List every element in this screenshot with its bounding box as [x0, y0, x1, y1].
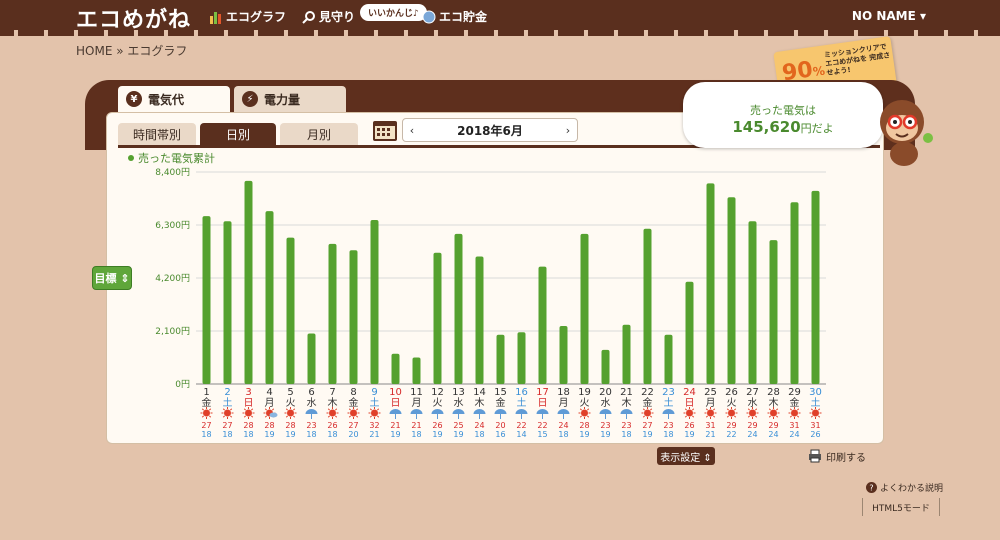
printer-icon: [809, 449, 821, 463]
coin-icon: [422, 10, 436, 23]
summary-amount: 145,620円だよ: [732, 118, 834, 136]
bar-chart-icon: [210, 11, 221, 24]
month-selector: ‹ 2018年6月 ›: [402, 118, 578, 142]
goal-button[interactable]: 目標 ⇕: [92, 266, 132, 290]
question-icon: ?: [866, 482, 877, 493]
print-label: 印刷する: [826, 452, 866, 464]
help-link[interactable]: ? よくわかる説明: [866, 481, 943, 494]
help-label: よくわかる説明: [880, 484, 944, 494]
mission-message: ミッションクリアで エコめがねを 完成させよう!: [823, 42, 891, 78]
tab-daily[interactable]: 日別: [200, 123, 276, 145]
header-edge: [0, 30, 1000, 36]
next-month-button[interactable]: ›: [559, 124, 577, 137]
nav-label: エコグラフ: [226, 10, 287, 24]
tab-hourly[interactable]: 時間帯別: [118, 123, 196, 145]
summary-bubble: 売った電気は 145,620円だよ: [683, 82, 883, 148]
calendar-icon[interactable]: [372, 118, 398, 142]
svg-text:?: ?: [869, 484, 873, 493]
status-bubble: いいかんじ♪: [360, 4, 427, 21]
nav-eco-graph[interactable]: エコグラフ: [209, 8, 286, 25]
breadcrumb[interactable]: HOME » エコグラフ: [76, 42, 187, 59]
nav-label: 見守り: [319, 10, 356, 24]
tab-electricity-cost[interactable]: ¥ 電気代: [118, 86, 230, 112]
nav-mimamori[interactable]: 見守り: [302, 8, 355, 25]
nav-eco-savings[interactable]: エコ貯金: [422, 8, 487, 25]
magnifier-icon: [302, 10, 315, 24]
display-settings-button[interactable]: 表示設定 ⇕: [657, 447, 715, 465]
tab-electricity-amount[interactable]: ⚡ 電力量: [234, 86, 346, 112]
tab-label: 電力量: [264, 92, 301, 107]
nav-label: エコ貯金: [439, 10, 488, 24]
yen-icon: ¥: [126, 91, 142, 107]
summary-label: 売った電気は: [750, 104, 816, 117]
top-header: エコめがね エコグラフ 見守り いいかんじ♪ エコ貯金 NO NAME ▾: [0, 0, 1000, 33]
chart-card: [106, 112, 884, 444]
tab-label: 電気代: [148, 92, 185, 107]
current-period: 2018年6月: [457, 123, 523, 138]
tab-monthly[interactable]: 月別: [280, 123, 358, 145]
print-button[interactable]: 印刷する: [808, 447, 866, 465]
html5-mode-link[interactable]: HTML5モード: [862, 498, 940, 516]
monkey-mascot-icon: [880, 100, 933, 166]
prev-month-button[interactable]: ‹: [403, 124, 421, 137]
bolt-icon: ⚡: [242, 91, 258, 107]
user-menu[interactable]: NO NAME ▾: [852, 9, 926, 23]
